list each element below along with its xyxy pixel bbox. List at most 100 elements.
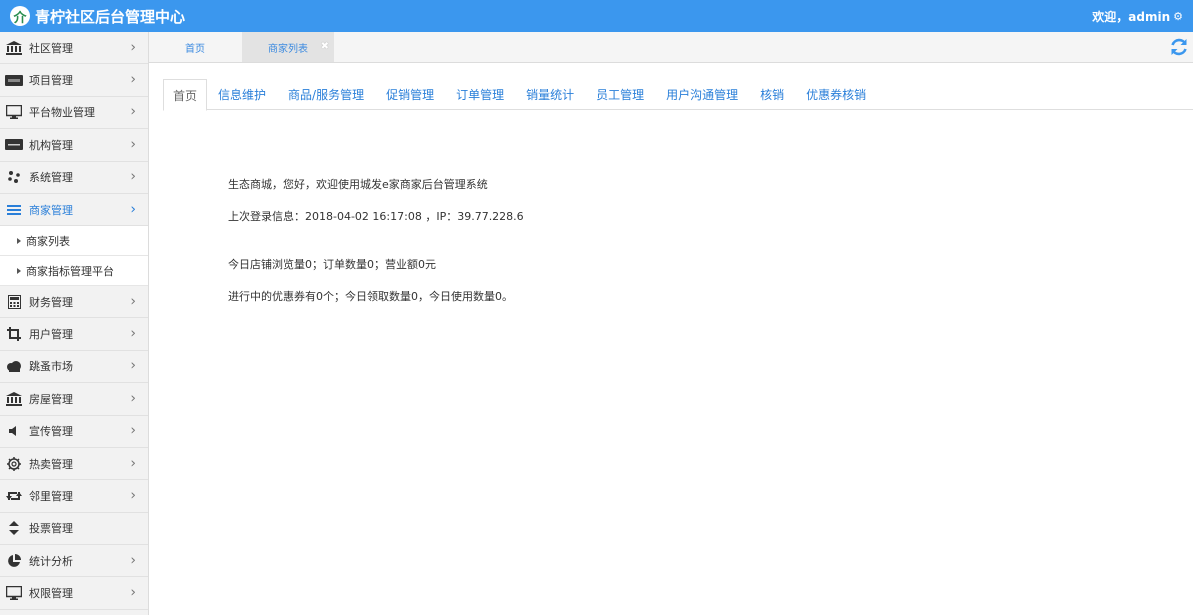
chevron-right-icon: › — [130, 201, 136, 218]
sidebar-item-label: 统计分析 — [29, 554, 73, 568]
sidebar-subitem-merchant-list[interactable]: 商家列表 — [0, 226, 148, 257]
tab-goods-service[interactable]: 商品/服务管理 — [277, 79, 375, 110]
welcome-text: 生态商城，您好，欢迎使用城发e家商家后台管理系统 — [228, 178, 488, 191]
tab-sales-stats[interactable]: 销量统计 — [515, 79, 585, 110]
tab-verification[interactable]: 核销 — [749, 79, 795, 110]
stripe-icon — [5, 138, 23, 152]
sort-icon — [5, 521, 23, 536]
sidebar-item-vote[interactable]: 投票管理 — [0, 513, 148, 546]
tab-info-maintenance[interactable]: 信息维护 — [207, 79, 277, 110]
main-content: 首页 信息维护 商品/服务管理 促销管理 订单管理 销量统计 员工管理 用户沟通… — [149, 63, 1193, 615]
tab-staff[interactable]: 员工管理 — [585, 79, 655, 110]
sidebar-item-neighbor[interactable]: 邻里管理 › — [0, 480, 148, 513]
chevron-right-icon: › — [130, 104, 136, 121]
sidebar-item-label: 邻里管理 — [29, 489, 73, 503]
merchant-tabs: 首页 信息维护 商品/服务管理 促销管理 订单管理 销量统计 员工管理 用户沟通… — [163, 79, 1193, 111]
welcome-user-text: 欢迎，admin — [1092, 10, 1171, 24]
sidebar-item-organization[interactable]: 机构管理 › — [0, 129, 148, 162]
sidebar-item-statistics[interactable]: 统计分析 › — [0, 545, 148, 578]
chevron-right-icon: › — [130, 168, 136, 185]
coupon-stats-text: 进行中的优惠券有0个；今日领取数量0，今日使用数量0。 — [228, 290, 513, 303]
chevron-right-icon: › — [130, 422, 136, 439]
sidebar: 社区管理 › 项目管理 › 平台物业管理 › 机构管理 › 系统管理 › 商家管… — [0, 32, 149, 615]
sidebar-item-merchant[interactable]: 商家管理 › — [0, 194, 148, 227]
brand[interactable]: 介 青柠社区后台管理中心 — [10, 4, 185, 28]
chevron-right-icon: › — [130, 136, 136, 153]
sidebar-subitem-merchant-index[interactable]: 商家指标管理平台 — [0, 256, 148, 286]
gear-icon[interactable]: ⚙ — [1173, 10, 1183, 23]
sidebar-item-user[interactable]: 用户管理 › — [0, 318, 148, 351]
caret-right-icon — [17, 267, 21, 274]
sidebar-item-label: 权限管理 — [29, 587, 73, 601]
user-menu[interactable]: 欢迎，admin ⚙ — [1092, 8, 1183, 25]
chevron-right-icon: › — [130, 390, 136, 407]
calculator-icon — [5, 294, 23, 309]
volume-icon — [5, 424, 23, 438]
settings-cog-icon — [5, 456, 23, 471]
app-title: 青柠社区后台管理中心 — [35, 7, 186, 26]
refresh-icon[interactable] — [1169, 37, 1189, 57]
sidebar-item-label: 热卖管理 — [29, 457, 73, 471]
page-tab-merchant-list[interactable]: 商家列表 ✖ — [242, 32, 334, 62]
bank-icon — [5, 40, 23, 55]
close-icon[interactable]: ✖ — [321, 41, 329, 52]
sidebar-item-label: 宣传管理 — [29, 425, 73, 439]
sidebar-item-hot-sale[interactable]: 热卖管理 › — [0, 448, 148, 481]
sidebar-item-label: 机构管理 — [29, 138, 73, 152]
sidebar-item-project[interactable]: 项目管理 › — [0, 64, 148, 97]
sidebar-item-label: 房屋管理 — [29, 392, 73, 406]
sidebar-subitem-label: 商家列表 — [26, 234, 70, 248]
sidebar-item-label: 财务管理 — [29, 295, 73, 309]
tab-promotion[interactable]: 促销管理 — [375, 79, 445, 110]
caret-right-icon — [17, 237, 21, 244]
sidebar-item-label: 商家管理 — [29, 203, 73, 217]
tab-coupon-verification[interactable]: 优惠券核销 — [795, 79, 877, 110]
chevron-right-icon: › — [130, 487, 136, 504]
brand-logo-icon: 介 — [10, 6, 30, 26]
page-tab-label: 商家列表 — [268, 43, 308, 55]
tab-orders[interactable]: 订单管理 — [445, 79, 515, 110]
crop-icon — [5, 327, 23, 342]
sidebar-item-finance[interactable]: 财务管理 › — [0, 286, 148, 319]
chevron-right-icon: › — [130, 325, 136, 342]
chevron-right-icon: › — [130, 71, 136, 88]
sidebar-subitem-label: 商家指标管理平台 — [26, 264, 114, 278]
sidebar-item-flea-market[interactable]: 跳蚤市场 › — [0, 351, 148, 384]
monitor-icon — [5, 586, 23, 601]
monitor-icon — [5, 105, 23, 120]
sidebar-item-community[interactable]: 社区管理 › — [0, 32, 148, 65]
last-login-text: 上次登录信息：2018-04-02 16:17:08 ，IP：39.77.228… — [228, 210, 524, 223]
sidebar-item-promotion[interactable]: 宣传管理 › — [0, 416, 148, 448]
chevron-right-icon: › — [130, 39, 136, 56]
yelp-icon — [5, 170, 23, 184]
sidebar-item-permission[interactable]: 权限管理 › — [0, 577, 148, 610]
sidebar-item-label: 平台物业管理 — [29, 106, 95, 120]
today-stats-text: 今日店铺浏览量0；订单数量0；营业额0元 — [228, 258, 436, 271]
sidebar-item-label: 跳蚤市场 — [29, 360, 73, 374]
sidebar-item-label: 社区管理 — [29, 41, 73, 55]
chevron-right-icon: › — [130, 455, 136, 472]
chevron-right-icon: › — [130, 358, 136, 375]
sidebar-item-house[interactable]: 房屋管理 › — [0, 383, 148, 416]
page-tab-strip: 首页 商家列表 ✖ — [149, 32, 1193, 63]
tab-home[interactable]: 首页 — [163, 79, 208, 111]
chevron-right-icon: › — [130, 552, 136, 569]
chevron-right-icon: › — [130, 293, 136, 310]
chevron-right-icon: › — [130, 584, 136, 601]
card-icon — [5, 73, 23, 87]
menu-list-icon — [5, 203, 23, 217]
top-header: 介 青柠社区后台管理中心 欢迎，admin ⚙ — [0, 0, 1193, 32]
pie-chart-icon — [5, 553, 23, 568]
tab-user-communication[interactable]: 用户沟通管理 — [655, 79, 749, 110]
retweet-icon — [5, 489, 23, 503]
sidebar-item-label: 系统管理 — [29, 171, 73, 185]
sidebar-item-label: 用户管理 — [29, 328, 73, 342]
sidebar-item-system[interactable]: 系统管理 › — [0, 162, 148, 194]
cloud-icon — [5, 359, 23, 373]
bank-icon — [5, 391, 23, 406]
sidebar-item-property[interactable]: 平台物业管理 › — [0, 97, 148, 130]
page-tab-label: 首页 — [185, 43, 205, 55]
sidebar-item-label: 项目管理 — [29, 74, 73, 88]
sidebar-item-label: 投票管理 — [29, 522, 73, 536]
page-tab-home[interactable]: 首页 — [149, 32, 241, 62]
